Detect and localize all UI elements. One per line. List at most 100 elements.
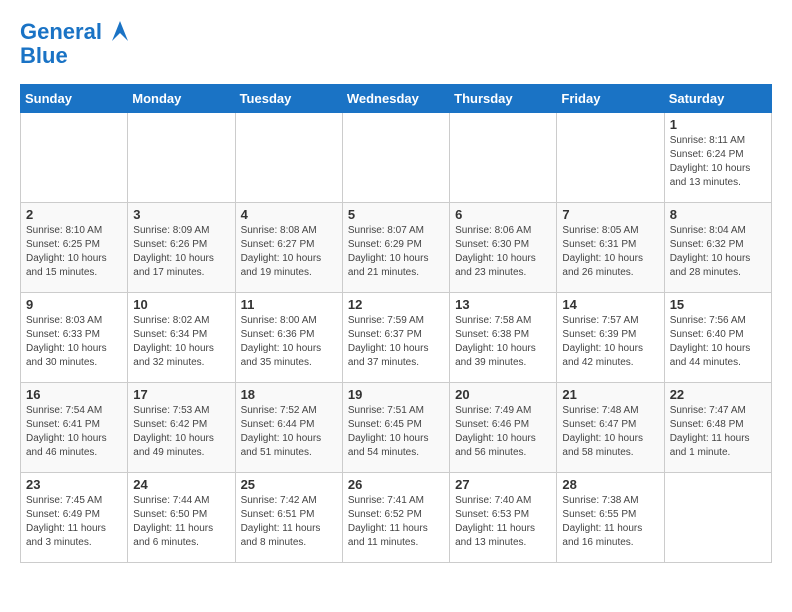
- calendar-day-cell: 17 Sunrise: 7:53 AM Sunset: 6:42 PM Dayli…: [128, 383, 235, 473]
- day-info: Sunrise: 7:58 AM Sunset: 6:38 PM Dayligh…: [455, 314, 551, 370]
- day-info: Sunrise: 8:04 AM Sunset: 6:32 PM Dayligh…: [670, 224, 766, 280]
- empty-day-cell: [342, 113, 449, 203]
- day-info: Sunrise: 8:05 AM Sunset: 6:31 PM Dayligh…: [562, 224, 658, 280]
- day-number: 27: [455, 477, 551, 492]
- page-header: General Blue: [20, 20, 772, 68]
- calendar-day-cell: 24 Sunrise: 7:44 AM Sunset: 6:50 PM Dayli…: [128, 473, 235, 563]
- calendar-day-cell: 10 Sunrise: 8:02 AM Sunset: 6:34 PM Dayli…: [128, 293, 235, 383]
- calendar-day-cell: 15 Sunrise: 7:56 AM Sunset: 6:40 PM Dayli…: [664, 293, 771, 383]
- day-info: Sunrise: 8:11 AM Sunset: 6:24 PM Dayligh…: [670, 134, 766, 190]
- day-info: Sunrise: 7:47 AM Sunset: 6:48 PM Dayligh…: [670, 404, 766, 460]
- day-number: 24: [133, 477, 229, 492]
- day-info: Sunrise: 8:06 AM Sunset: 6:30 PM Dayligh…: [455, 224, 551, 280]
- calendar-day-cell: 5 Sunrise: 8:07 AM Sunset: 6:29 PM Daylig…: [342, 203, 449, 293]
- day-number: 10: [133, 297, 229, 312]
- calendar-day-cell: 13 Sunrise: 7:58 AM Sunset: 6:38 PM Dayli…: [450, 293, 557, 383]
- day-info: Sunrise: 8:03 AM Sunset: 6:33 PM Dayligh…: [26, 314, 122, 370]
- weekday-header-saturday: Saturday: [664, 85, 771, 113]
- empty-day-cell: [235, 113, 342, 203]
- calendar-day-cell: 1Sunrise: 8:11 AM Sunset: 6:24 PM Daylig…: [664, 113, 771, 203]
- day-number: 23: [26, 477, 122, 492]
- day-info: Sunrise: 7:53 AM Sunset: 6:42 PM Dayligh…: [133, 404, 229, 460]
- weekday-header-row: SundayMondayTuesdayWednesdayThursdayFrid…: [21, 85, 772, 113]
- calendar-week-row: 2 Sunrise: 8:10 AM Sunset: 6:25 PM Daylig…: [21, 203, 772, 293]
- calendar-day-cell: 25 Sunrise: 7:42 AM Sunset: 6:51 PM Dayli…: [235, 473, 342, 563]
- day-info: Sunrise: 7:42 AM Sunset: 6:51 PM Dayligh…: [241, 494, 337, 550]
- day-info: Sunrise: 8:10 AM Sunset: 6:25 PM Dayligh…: [26, 224, 122, 280]
- day-info: Sunrise: 8:08 AM Sunset: 6:27 PM Dayligh…: [241, 224, 337, 280]
- day-info: Sunrise: 8:00 AM Sunset: 6:36 PM Dayligh…: [241, 314, 337, 370]
- weekday-header-tuesday: Tuesday: [235, 85, 342, 113]
- calendar-day-cell: 11 Sunrise: 8:00 AM Sunset: 6:36 PM Dayli…: [235, 293, 342, 383]
- day-number: 15: [670, 297, 766, 312]
- day-info: Sunrise: 7:38 AM Sunset: 6:55 PM Dayligh…: [562, 494, 658, 550]
- calendar-day-cell: 8 Sunrise: 8:04 AM Sunset: 6:32 PM Daylig…: [664, 203, 771, 293]
- day-info: Sunrise: 7:57 AM Sunset: 6:39 PM Dayligh…: [562, 314, 658, 370]
- calendar-day-cell: 18 Sunrise: 7:52 AM Sunset: 6:44 PM Dayli…: [235, 383, 342, 473]
- empty-day-cell: [450, 113, 557, 203]
- day-info: Sunrise: 7:45 AM Sunset: 6:49 PM Dayligh…: [26, 494, 122, 550]
- day-info: Sunrise: 7:40 AM Sunset: 6:53 PM Dayligh…: [455, 494, 551, 550]
- day-number: 28: [562, 477, 658, 492]
- day-number: 26: [348, 477, 444, 492]
- day-number: 17: [133, 387, 229, 402]
- logo-text: General Blue: [20, 20, 130, 68]
- day-info: Sunrise: 7:49 AM Sunset: 6:46 PM Dayligh…: [455, 404, 551, 460]
- weekday-header-wednesday: Wednesday: [342, 85, 449, 113]
- day-info: Sunrise: 7:48 AM Sunset: 6:47 PM Dayligh…: [562, 404, 658, 460]
- calendar-day-cell: 3 Sunrise: 8:09 AM Sunset: 6:26 PM Daylig…: [128, 203, 235, 293]
- calendar-week-row: 9 Sunrise: 8:03 AM Sunset: 6:33 PM Daylig…: [21, 293, 772, 383]
- calendar-day-cell: 7 Sunrise: 8:05 AM Sunset: 6:31 PM Daylig…: [557, 203, 664, 293]
- day-info: Sunrise: 8:09 AM Sunset: 6:26 PM Dayligh…: [133, 224, 229, 280]
- day-number: 22: [670, 387, 766, 402]
- day-number: 12: [348, 297, 444, 312]
- day-number: 8: [670, 207, 766, 222]
- day-number: 4: [241, 207, 337, 222]
- day-info: Sunrise: 7:54 AM Sunset: 6:41 PM Dayligh…: [26, 404, 122, 460]
- calendar-day-cell: 28 Sunrise: 7:38 AM Sunset: 6:55 PM Dayli…: [557, 473, 664, 563]
- day-number: 2: [26, 207, 122, 222]
- weekday-header-thursday: Thursday: [450, 85, 557, 113]
- calendar-day-cell: 27 Sunrise: 7:40 AM Sunset: 6:53 PM Dayli…: [450, 473, 557, 563]
- calendar-day-cell: 20 Sunrise: 7:49 AM Sunset: 6:46 PM Dayli…: [450, 383, 557, 473]
- calendar-day-cell: 6 Sunrise: 8:06 AM Sunset: 6:30 PM Daylig…: [450, 203, 557, 293]
- day-number: 11: [241, 297, 337, 312]
- day-number: 5: [348, 207, 444, 222]
- day-info: Sunrise: 7:56 AM Sunset: 6:40 PM Dayligh…: [670, 314, 766, 370]
- calendar-day-cell: 26 Sunrise: 7:41 AM Sunset: 6:52 PM Dayli…: [342, 473, 449, 563]
- day-info: Sunrise: 7:51 AM Sunset: 6:45 PM Dayligh…: [348, 404, 444, 460]
- weekday-header-friday: Friday: [557, 85, 664, 113]
- calendar-day-cell: 9 Sunrise: 8:03 AM Sunset: 6:33 PM Daylig…: [21, 293, 128, 383]
- calendar-day-cell: 23 Sunrise: 7:45 AM Sunset: 6:49 PM Dayli…: [21, 473, 128, 563]
- day-number: 20: [455, 387, 551, 402]
- calendar-week-row: 16Sunrise: 7:54 AM Sunset: 6:41 PM Dayli…: [21, 383, 772, 473]
- day-number: 3: [133, 207, 229, 222]
- day-number: 18: [241, 387, 337, 402]
- calendar-day-cell: 16Sunrise: 7:54 AM Sunset: 6:41 PM Dayli…: [21, 383, 128, 473]
- day-number: 13: [455, 297, 551, 312]
- calendar-day-cell: 12Sunrise: 7:59 AM Sunset: 6:37 PM Dayli…: [342, 293, 449, 383]
- day-number: 6: [455, 207, 551, 222]
- empty-day-cell: [21, 113, 128, 203]
- day-info: Sunrise: 7:41 AM Sunset: 6:52 PM Dayligh…: [348, 494, 444, 550]
- calendar-day-cell: 22 Sunrise: 7:47 AM Sunset: 6:48 PM Dayli…: [664, 383, 771, 473]
- day-number: 21: [562, 387, 658, 402]
- day-number: 9: [26, 297, 122, 312]
- calendar-table: SundayMondayTuesdayWednesdayThursdayFrid…: [20, 84, 772, 563]
- empty-day-cell: [557, 113, 664, 203]
- weekday-header-sunday: Sunday: [21, 85, 128, 113]
- calendar-week-row: 1Sunrise: 8:11 AM Sunset: 6:24 PM Daylig…: [21, 113, 772, 203]
- day-info: Sunrise: 8:02 AM Sunset: 6:34 PM Dayligh…: [133, 314, 229, 370]
- calendar-day-cell: 4 Sunrise: 8:08 AM Sunset: 6:27 PM Daylig…: [235, 203, 342, 293]
- logo: General Blue: [20, 20, 130, 68]
- day-number: 25: [241, 477, 337, 492]
- day-info: Sunrise: 7:52 AM Sunset: 6:44 PM Dayligh…: [241, 404, 337, 460]
- calendar-week-row: 23 Sunrise: 7:45 AM Sunset: 6:49 PM Dayli…: [21, 473, 772, 563]
- day-number: 14: [562, 297, 658, 312]
- day-number: 7: [562, 207, 658, 222]
- day-info: Sunrise: 8:07 AM Sunset: 6:29 PM Dayligh…: [348, 224, 444, 280]
- empty-day-cell: [128, 113, 235, 203]
- weekday-header-monday: Monday: [128, 85, 235, 113]
- calendar-day-cell: 14 Sunrise: 7:57 AM Sunset: 6:39 PM Dayli…: [557, 293, 664, 383]
- day-info: Sunrise: 7:44 AM Sunset: 6:50 PM Dayligh…: [133, 494, 229, 550]
